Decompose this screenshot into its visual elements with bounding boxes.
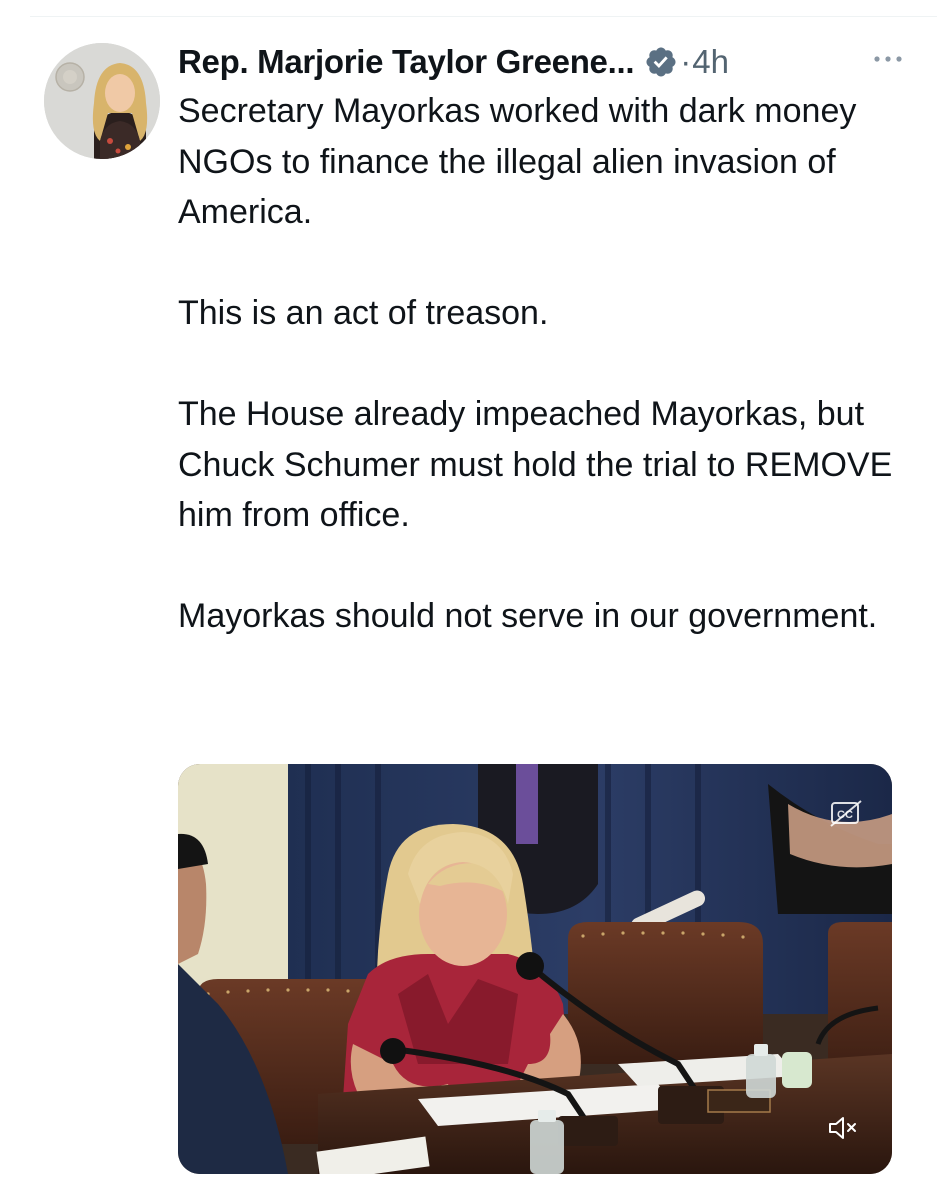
tweet-paragraph: Secretary Mayorkas worked with dark mone… xyxy=(178,92,857,231)
video-frame xyxy=(178,764,892,1174)
top-divider xyxy=(30,16,937,17)
more-horizontal-icon[interactable] xyxy=(868,44,908,74)
speaker-muted-icon[interactable] xyxy=(822,1110,864,1146)
video-player[interactable]: CC xyxy=(178,764,892,1174)
tweet-paragraph: Mayorkas should not serve in our governm… xyxy=(178,597,878,635)
avatar-image xyxy=(44,43,160,159)
tweet-paragraph: This is an act of treason. xyxy=(178,294,549,332)
tweet-text: Secretary Mayorkas worked with dark mone… xyxy=(178,86,898,642)
closed-captions-icon[interactable]: CC xyxy=(820,792,872,836)
tweet-paragraph: The House already impeached Mayorkas, bu… xyxy=(178,395,893,534)
timestamp[interactable]: 4h xyxy=(692,43,729,81)
tweet-header: Rep. Marjorie Taylor Greene... · 4h xyxy=(178,38,908,86)
author-avatar[interactable] xyxy=(44,43,160,159)
verified-badge-icon xyxy=(644,45,678,79)
author-name[interactable]: Rep. Marjorie Taylor Greene... xyxy=(178,43,635,81)
separator-dot: · xyxy=(680,43,692,80)
action-bar-edge xyxy=(178,1192,892,1200)
